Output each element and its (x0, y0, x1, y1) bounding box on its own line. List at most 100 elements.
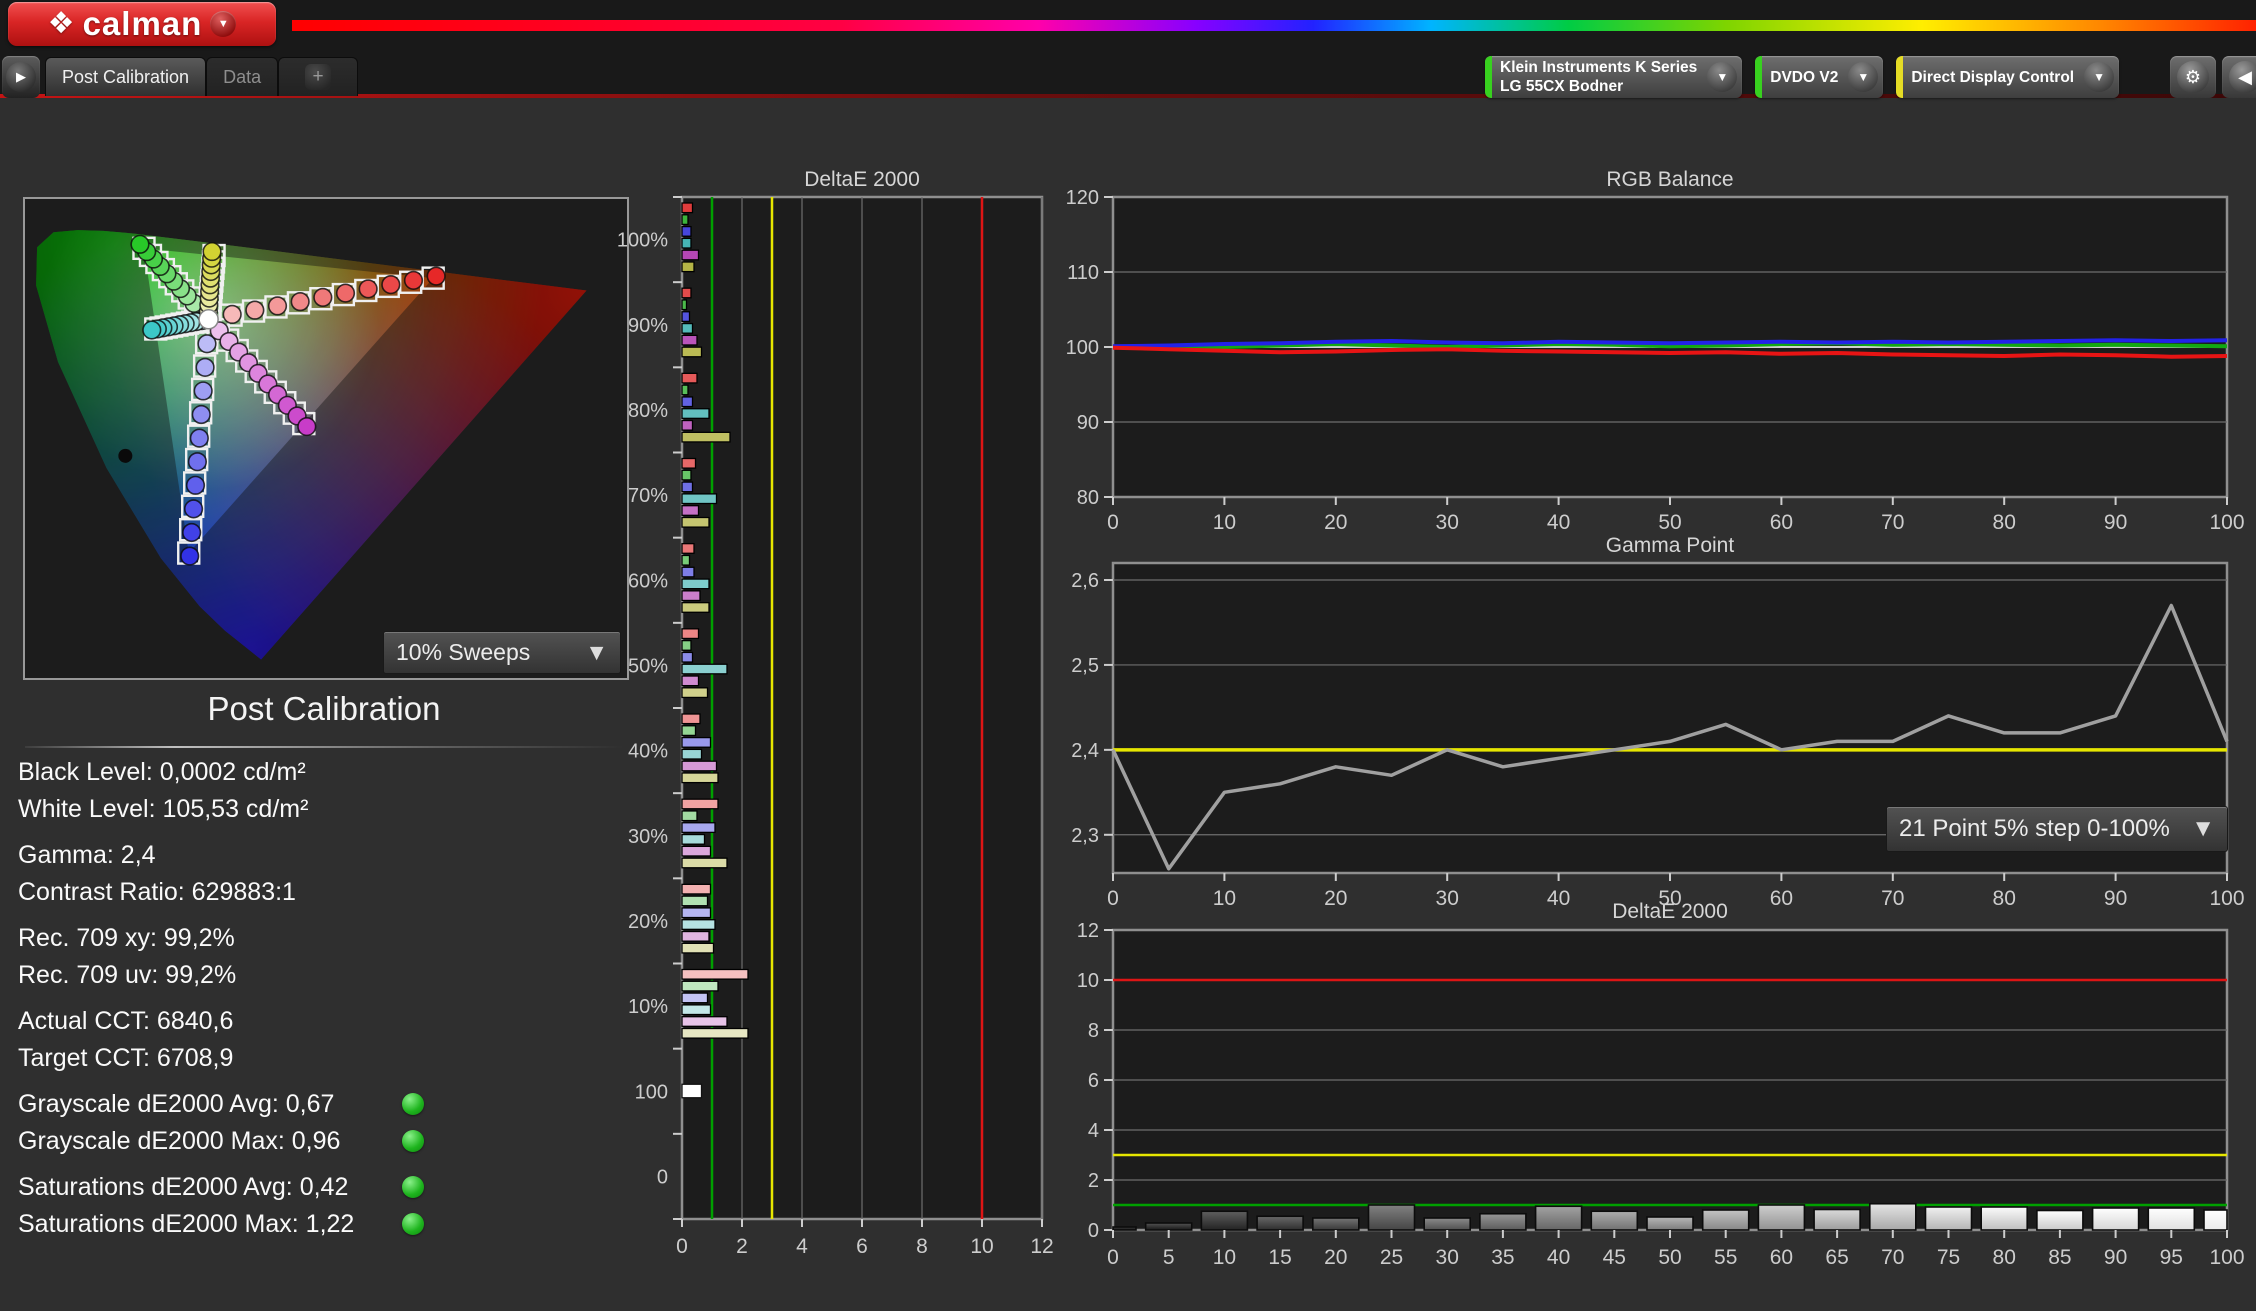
status-pass-dot (402, 1130, 424, 1152)
svg-text:0: 0 (1107, 887, 1119, 910)
summary-stat: Rec. 709 xy: 99,2% (18, 924, 235, 953)
device-status-indicator (1755, 56, 1762, 98)
svg-text:15: 15 (1268, 1246, 1291, 1269)
svg-text:90: 90 (2104, 887, 2127, 910)
svg-text:8: 8 (916, 1235, 928, 1258)
tab-bar: Post CalibrationData + (45, 57, 358, 95)
status-pass-dot (402, 1213, 424, 1235)
device-status-indicator (1485, 56, 1492, 98)
svg-text:2: 2 (736, 1235, 748, 1258)
page-title: Post Calibration (23, 690, 625, 728)
svg-text:12: 12 (1077, 920, 1099, 942)
sweeps-mode-dropdown[interactable]: 10% Sweeps ▼ (383, 631, 621, 674)
settings-button[interactable]: ⚙ (2170, 56, 2216, 98)
grayscale-de-chart: 1210864200510152025303540455055606570758… (1033, 918, 2256, 1298)
svg-text:40%: 40% (628, 741, 668, 763)
summary-stat: Actual CCT: 6840,6 (18, 1007, 233, 1036)
svg-text:70: 70 (1881, 1246, 1904, 1269)
svg-text:60%: 60% (628, 570, 668, 592)
svg-text:50: 50 (1658, 1246, 1681, 1269)
summary-stat: Grayscale dE2000 Avg: 0,67 (18, 1090, 334, 1119)
svg-text:95: 95 (2160, 1246, 2183, 1269)
svg-text:10: 10 (1213, 887, 1236, 910)
svg-text:0: 0 (657, 1166, 668, 1188)
device-dropdown-2[interactable]: DVDO V2▼ (1755, 56, 1883, 98)
status-pass-dot (402, 1093, 424, 1115)
summary-stat: Rec. 709 uv: 99,2% (18, 961, 236, 990)
logo-caret-icon[interactable]: ▼ (210, 11, 236, 37)
summary-stat: Contrast Ratio: 629883:1 (18, 878, 296, 907)
gamma-points-dropdown[interactable]: 21 Point 5% step 0-100% ▼ (1886, 806, 2228, 852)
rgb-balance-chart: 12011010090800102030405060708090100 (1033, 185, 2256, 535)
gear-icon: ⚙ (2177, 61, 2209, 93)
svg-text:10: 10 (1213, 511, 1236, 534)
svg-text:0: 0 (1107, 1246, 1119, 1269)
svg-text:10: 10 (970, 1235, 993, 1258)
collapse-panel-button[interactable]: ◀ (2222, 56, 2256, 98)
svg-text:60: 60 (1770, 511, 1793, 534)
svg-text:10: 10 (1213, 1246, 1236, 1269)
svg-text:8: 8 (1088, 1020, 1099, 1042)
svg-text:0: 0 (676, 1235, 688, 1258)
svg-text:80: 80 (1993, 887, 2016, 910)
calibration-summary: Black Level: 0,0002 cd/m²White Level: 10… (18, 752, 638, 1307)
summary-stat: Gamma: 2,4 (18, 841, 156, 870)
device-label: Direct Display Control (1903, 66, 2082, 89)
svg-text:70: 70 (1881, 887, 1904, 910)
svg-text:5: 5 (1163, 1246, 1175, 1269)
svg-text:40: 40 (1547, 887, 1570, 910)
svg-text:30: 30 (1436, 511, 1459, 534)
svg-text:100: 100 (2209, 511, 2244, 534)
summary-stat: Saturations dE2000 Max: 1,22 (18, 1210, 354, 1239)
svg-text:80: 80 (1993, 1246, 2016, 1269)
svg-text:10%: 10% (628, 996, 668, 1018)
calman-logo-button[interactable]: ❖ calman ▼ (8, 2, 276, 46)
svg-text:20: 20 (1324, 1246, 1347, 1269)
svg-text:85: 85 (2048, 1246, 2071, 1269)
chevron-down-icon: ▼ (2179, 815, 2227, 843)
calman-logo-text: calman (83, 5, 203, 43)
svg-text:100: 100 (635, 1081, 668, 1103)
svg-text:90: 90 (2104, 511, 2127, 534)
svg-text:120: 120 (1066, 187, 1099, 209)
svg-text:25: 25 (1380, 1246, 1403, 1269)
new-tab-button[interactable]: + (278, 57, 358, 96)
status-pass-dot (402, 1176, 424, 1198)
svg-text:90: 90 (2104, 1246, 2127, 1269)
svg-text:60: 60 (1770, 1246, 1793, 1269)
tab-post-calibration[interactable]: Post Calibration (45, 57, 206, 96)
tab-data[interactable]: Data (206, 57, 278, 96)
svg-text:80%: 80% (628, 400, 668, 422)
gamma-point-chart: 2,62,52,42,30102030405060708090100 (1033, 551, 2256, 911)
device-label: Klein Instruments K SeriesLG 55CX Bodner (1492, 56, 1705, 98)
chevron-down-icon: ▼ (2084, 62, 2114, 92)
svg-text:90: 90 (1077, 412, 1099, 434)
svg-text:4: 4 (796, 1235, 808, 1258)
expand-right-icon: ▶ (6, 62, 36, 92)
plus-icon: + (305, 64, 331, 90)
summary-stat: Saturations dE2000 Avg: 0,42 (18, 1173, 348, 1202)
svg-text:100: 100 (2209, 887, 2244, 910)
svg-text:100%: 100% (617, 230, 668, 252)
tab-scroll-button[interactable]: ▶ (2, 56, 40, 98)
svg-text:20%: 20% (628, 911, 668, 933)
device-dropdown-1[interactable]: Klein Instruments K SeriesLG 55CX Bodner… (1485, 56, 1742, 98)
calman-logo-icon: ❖ (48, 9, 75, 39)
svg-text:0: 0 (1088, 1220, 1099, 1242)
device-label: DVDO V2 (1762, 66, 1846, 89)
svg-text:2,5: 2,5 (1071, 655, 1099, 677)
svg-text:100: 100 (1066, 337, 1099, 359)
svg-text:10: 10 (1077, 970, 1099, 992)
svg-text:60: 60 (1770, 887, 1793, 910)
svg-text:40: 40 (1547, 1246, 1570, 1269)
svg-text:20: 20 (1324, 511, 1347, 534)
svg-text:70: 70 (1881, 511, 1904, 534)
svg-text:80: 80 (1993, 511, 2016, 534)
svg-text:6: 6 (856, 1235, 868, 1258)
device-bar: Klein Instruments K SeriesLG 55CX Bodner… (1485, 56, 2119, 98)
svg-text:6: 6 (1088, 1070, 1099, 1092)
svg-text:30: 30 (1436, 1246, 1459, 1269)
svg-text:50%: 50% (628, 655, 668, 677)
sweeps-mode-label: 10% Sweeps (384, 639, 573, 666)
device-dropdown-3[interactable]: Direct Display Control▼ (1896, 56, 2119, 98)
